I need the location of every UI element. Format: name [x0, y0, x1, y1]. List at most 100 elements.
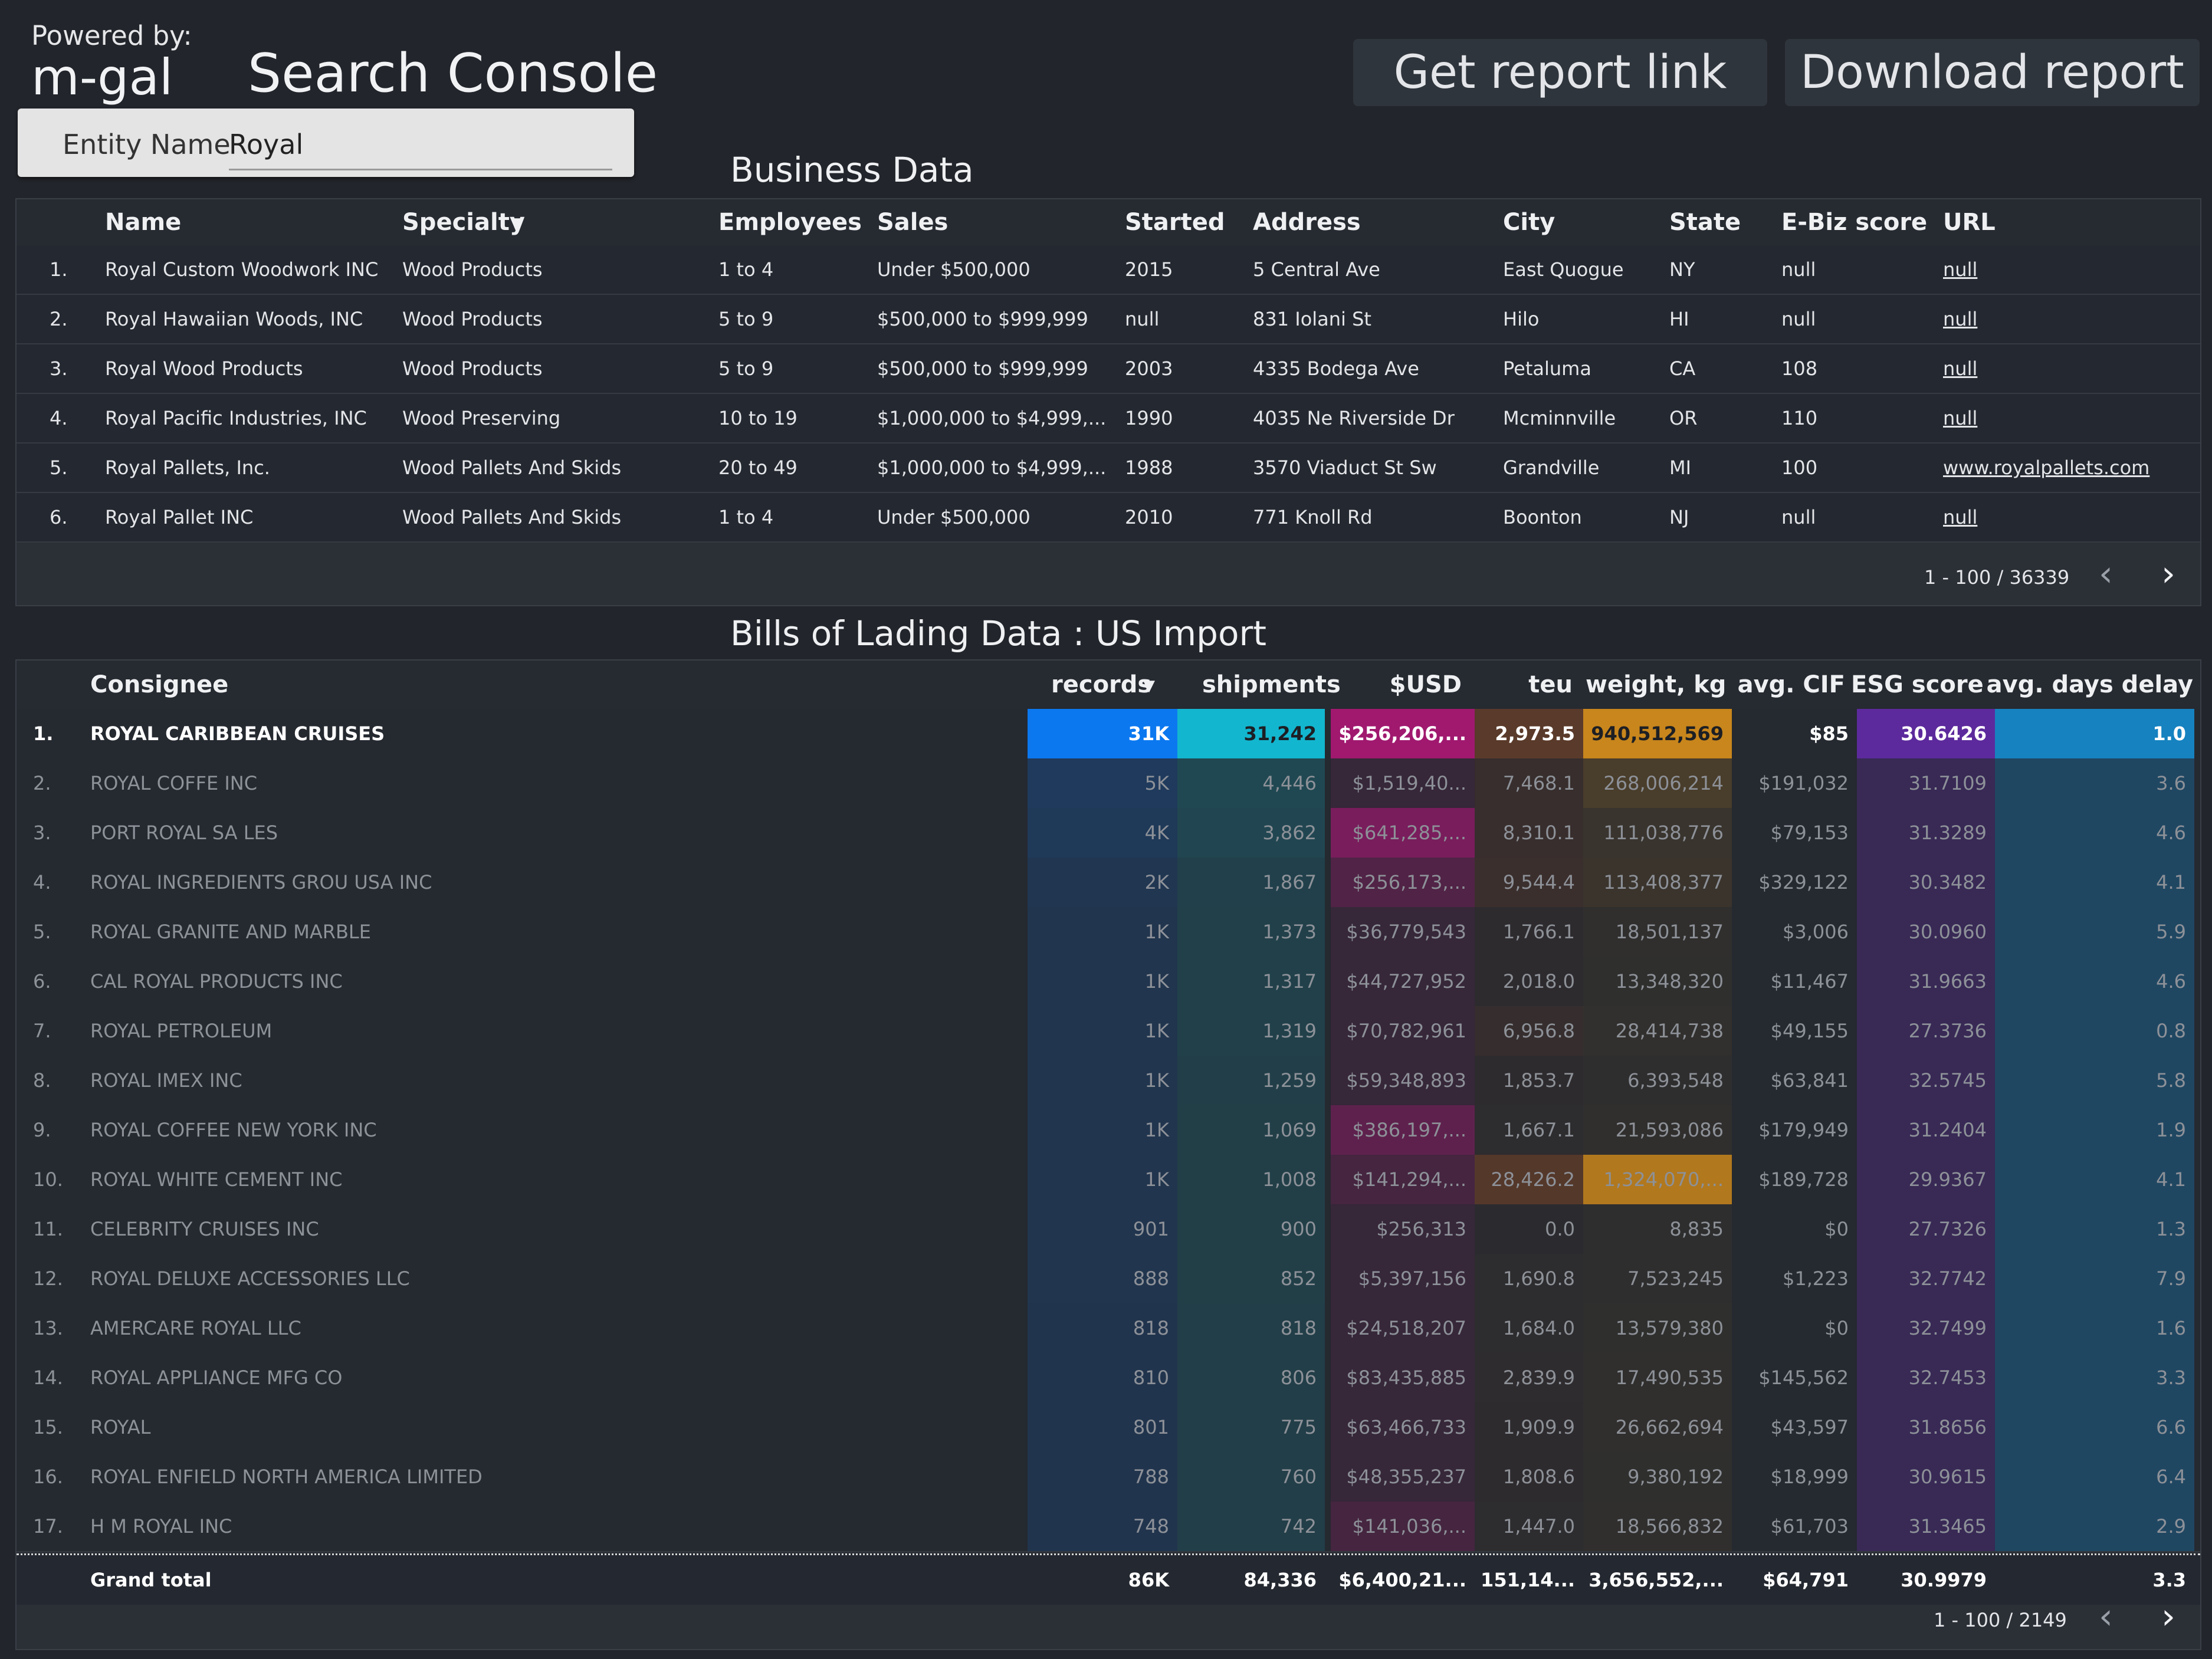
esg-value: 31.7109 — [1908, 772, 1987, 794]
table-row[interactable]: 5. ROYAL GRANITE AND MARBLE 1K 1,373 $36,779… — [17, 907, 2200, 958]
usd-heat-cell: $63,466,733 — [1331, 1402, 1475, 1452]
column-header-name[interactable]: Name — [105, 209, 181, 236]
table-row[interactable]: 3. PORT ROYAL SA LES 4K 3,862 $641,285,... 8,… — [17, 808, 2200, 859]
column-header-url[interactable]: URL — [1943, 209, 1996, 236]
row-number: 4. — [33, 871, 51, 893]
weight-value: 940,512,569 — [1591, 722, 1724, 745]
table-row[interactable]: 5. Royal Pallets, Inc. Wood Pallets And Sk… — [17, 444, 2200, 493]
table-row[interactable]: 14. ROYAL APPLIANCE MFG CO 810 806 $83,435,8… — [17, 1353, 2200, 1404]
table-row[interactable]: 4. Royal Pacific Industries, INC Wood Pres… — [17, 394, 2200, 444]
table-row[interactable]: 13. AMERCARE ROYAL LLC 818 818 $24,518,207 1,… — [17, 1303, 2200, 1354]
cif-heat-cell: $1,223 — [1732, 1254, 1857, 1303]
cif-heat-cell: $3,006 — [1732, 907, 1857, 957]
column-header-esg-score[interactable]: ESG score — [1851, 671, 1984, 698]
table-row[interactable]: 9. ROYAL COFFEE NEW YORK INC 1K 1,069 $386,1… — [17, 1105, 2200, 1156]
specialty-cell: Wood Pallets And Skids — [402, 506, 622, 528]
sort-down-icon[interactable]: ▼ — [511, 215, 523, 232]
column-header-teu[interactable]: teu — [1473, 671, 1573, 698]
weight-heat-cell: 113,408,377 — [1583, 858, 1732, 907]
column-header-city[interactable]: City — [1503, 209, 1555, 236]
teu-heat-cell: 1,766.1 — [1475, 907, 1583, 957]
cif-heat-cell: $0 — [1732, 1204, 1857, 1254]
delay-value: 2.9 — [2156, 1515, 2186, 1538]
sales-cell: Under $500,000 — [877, 506, 1030, 528]
url-link[interactable]: null — [1943, 308, 1977, 330]
table-row[interactable]: 1. ROYAL CARIBBEAN CRUISES 31K 31,242 $256,2… — [17, 709, 2200, 760]
name-cell: Royal Wood Products — [105, 357, 303, 380]
table-row[interactable]: 2. ROYAL COFFE INC 5K 4,446 $1,519,40... 7,46… — [17, 758, 2200, 809]
records-heat-cell: 5K — [1028, 758, 1177, 808]
esg-heat-cell: 32.7453 — [1857, 1353, 1995, 1402]
entity-name-input[interactable]: Royal — [229, 129, 303, 160]
records-heat-cell: 1K — [1028, 907, 1177, 957]
weight-value: 9,380,192 — [1627, 1466, 1724, 1488]
row-number: 16. — [33, 1466, 63, 1488]
column-header-consignee[interactable]: Consignee — [90, 671, 228, 698]
prev-page-icon[interactable]: ‹ — [2099, 553, 2113, 594]
table-row[interactable]: 1. Royal Custom Woodwork INC Wood Products… — [17, 245, 2200, 295]
teu-heat-cell: 8,310.1 — [1475, 808, 1583, 858]
get-report-link-button[interactable]: Get report link — [1353, 39, 1767, 106]
state-cell: OR — [1669, 407, 1698, 429]
column-header-sales[interactable]: Sales — [877, 209, 948, 236]
column-header-address[interactable]: Address — [1253, 209, 1361, 236]
table-row[interactable]: 10. ROYAL WHITE CEMENT INC 1K 1,008 $141,294… — [17, 1155, 2200, 1205]
specialty-cell: Wood Products — [402, 308, 543, 330]
teu-heat-cell: 1,690.8 — [1475, 1254, 1583, 1303]
prev-page-icon[interactable]: ‹ — [2099, 1596, 2113, 1637]
column-header-shipments[interactable]: shipments — [1202, 671, 1341, 698]
esg-value: 32.7499 — [1908, 1317, 1987, 1339]
column-header-usd[interactable]: $USD — [1332, 671, 1462, 698]
table-row[interactable]: 17. H M ROYAL INC 748 742 $141,036,... 1,447.… — [17, 1502, 2200, 1552]
table-row[interactable]: 12. ROYAL DELUXE ACCESSORIES LLC 888 852 $5,… — [17, 1254, 2200, 1305]
cif-value: $189,728 — [1758, 1168, 1849, 1191]
delay-heat-cell: 6.6 — [1995, 1402, 2194, 1452]
sort-down-icon[interactable]: ▼ — [1143, 677, 1155, 695]
teu-value: 1,808.6 — [1502, 1466, 1575, 1488]
total-delay-value: 3.3 — [2152, 1569, 2186, 1591]
entity-name-filter[interactable]: Entity Name Royal — [18, 109, 634, 177]
row-number: 5. — [50, 456, 68, 479]
table-row[interactable]: 15. ROYAL 801 775 $63,466,733 1,909.9 26,662,6… — [17, 1402, 2200, 1453]
column-header-specialty[interactable]: Specialty — [402, 209, 525, 236]
table-row[interactable]: 6. CAL ROYAL PRODUCTS INC 1K 1,317 $44,727,9… — [17, 957, 2200, 1007]
weight-value: 18,501,137 — [1615, 921, 1724, 943]
shipments-value: 1,319 — [1262, 1020, 1317, 1042]
url-link[interactable]: null — [1943, 357, 1977, 380]
shipments-heat-cell: 1,373 — [1177, 907, 1325, 957]
shipments-heat-cell: 760 — [1177, 1452, 1325, 1502]
column-header-ebiz-score[interactable]: E-Biz score — [1781, 209, 1927, 236]
download-report-button[interactable]: Download report — [1785, 39, 2200, 106]
url-link[interactable]: null — [1943, 506, 1977, 528]
teu-value: 1,853.7 — [1502, 1069, 1575, 1092]
column-header-avg-cif[interactable]: avg. CIF — [1727, 671, 1845, 698]
row-number: 5. — [33, 921, 51, 943]
column-header-weight[interactable]: weight, kg — [1586, 671, 1726, 698]
next-page-icon[interactable]: › — [2161, 1596, 2175, 1637]
url-link[interactable]: null — [1943, 407, 1977, 429]
column-header-state[interactable]: State — [1669, 209, 1741, 236]
esg-heat-cell: 27.3736 — [1857, 1006, 1995, 1056]
column-header-avg-days-delay[interactable]: avg. days delay — [1975, 671, 2193, 698]
table-row[interactable]: 8. ROYAL IMEX INC 1K 1,259 $59,348,893 1,853.… — [17, 1056, 2200, 1106]
url-link[interactable]: null — [1943, 258, 1977, 281]
weight-heat-cell: 6,393,548 — [1583, 1056, 1732, 1105]
column-header-started[interactable]: Started — [1125, 209, 1225, 236]
table-row[interactable]: 4. ROYAL INGREDIENTS GROU USA INC 2K 1,867 $… — [17, 858, 2200, 908]
column-header-employees[interactable]: Employees — [718, 209, 862, 236]
table-row[interactable]: 7. ROYAL PETROLEUM 1K 1,319 $70,782,961 6,956… — [17, 1006, 2200, 1057]
url-link[interactable]: www.royalpallets.com — [1943, 456, 2149, 479]
esg-value: 30.9615 — [1908, 1466, 1987, 1488]
table-row[interactable]: 16. ROYAL ENFIELD NORTH AMERICA LIMITED 78… — [17, 1452, 2200, 1503]
column-header-records[interactable]: records — [1051, 671, 1151, 698]
esg-heat-cell: 31.2404 — [1857, 1105, 1995, 1155]
table-row[interactable]: 6. Royal Pallet INC Wood Pallets And Skids… — [17, 493, 2200, 543]
usd-heat-cell: $36,779,543 — [1331, 907, 1475, 957]
table-row[interactable]: 2. Royal Hawaiian Woods, INC Wood Products… — [17, 295, 2200, 344]
records-heat-cell: 31K — [1028, 709, 1177, 758]
shipments-value: 852 — [1280, 1267, 1317, 1290]
table-row[interactable]: 3. Royal Wood Products Wood Products 5 to 9… — [17, 344, 2200, 394]
esg-value: 31.2404 — [1908, 1119, 1987, 1141]
next-page-icon[interactable]: › — [2161, 553, 2175, 594]
table-row[interactable]: 11. CELEBRITY CRUISES INC 901 900 $256,313 0.… — [17, 1204, 2200, 1255]
